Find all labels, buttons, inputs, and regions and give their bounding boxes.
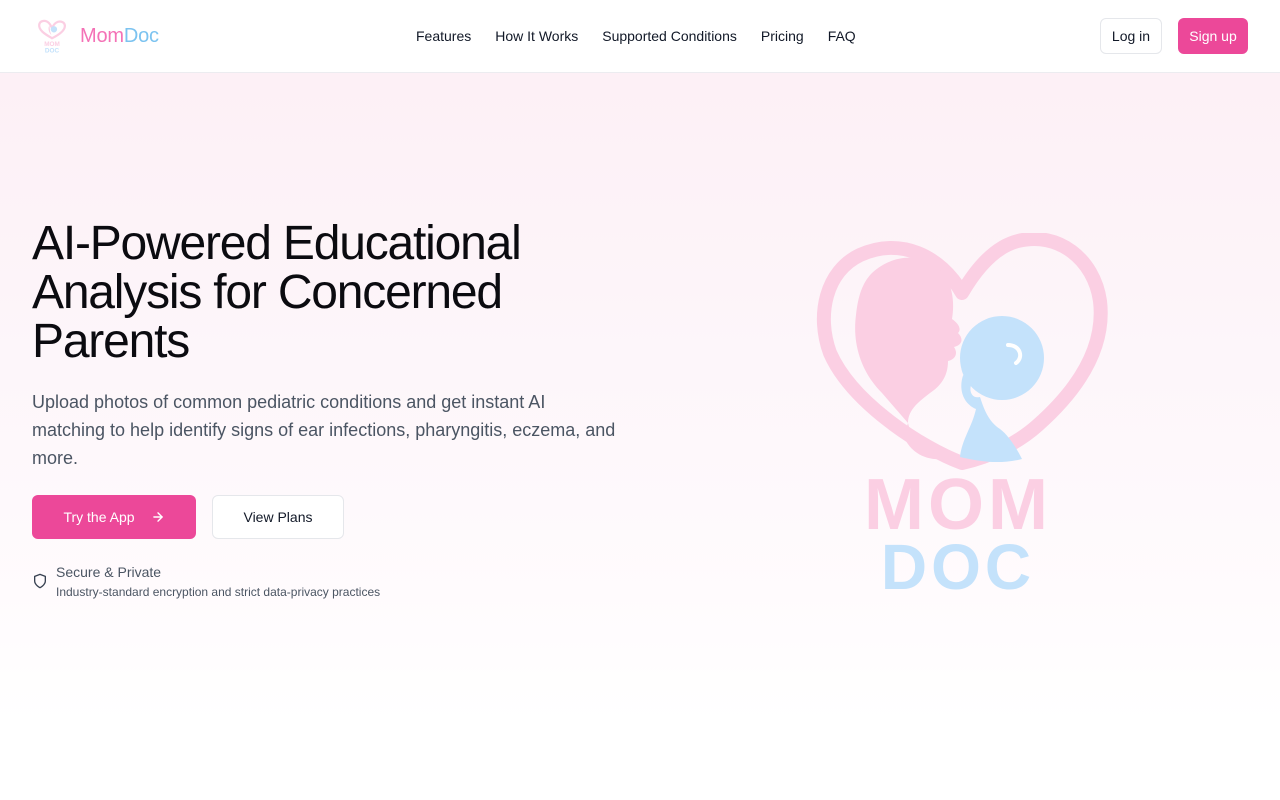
hero-section: AI-Powered Educational Analysis for Conc…: [0, 73, 1280, 723]
security-note: Secure & Private Industry-standard encry…: [32, 563, 380, 601]
arrow-right-icon: [152, 512, 163, 522]
security-note-description: Industry-standard encryption and strict …: [56, 585, 381, 599]
momdoc-logo-icon: MOM DOC: [38, 19, 66, 54]
svg-text:MOM: MOM: [44, 41, 60, 48]
site-header: MOM DOC MomDoc Features How It Works Sup…: [0, 0, 1280, 73]
main-nav: Features How It Works Supported Conditio…: [404, 24, 868, 48]
momdoc-hero-logo: MOM DOC: [817, 233, 1108, 593]
brand-name-doc: Doc: [123, 24, 159, 47]
nav-faq[interactable]: FAQ: [816, 24, 868, 48]
security-note-title: Secure & Private: [56, 564, 162, 580]
try-the-app-button[interactable]: Try the App: [32, 495, 196, 539]
nav-features[interactable]: Features: [404, 24, 483, 48]
nav-supported-conditions[interactable]: Supported Conditions: [590, 24, 749, 48]
svg-text:DOC: DOC: [45, 47, 60, 54]
brand-name-mom: Mom: [80, 24, 124, 47]
login-button[interactable]: Log in: [1100, 18, 1162, 54]
try-the-app-label: Try the App: [63, 509, 135, 525]
brand-name: MomDoc: [80, 25, 159, 48]
view-plans-button[interactable]: View Plans: [212, 495, 344, 539]
brand-home-link[interactable]: MOM DOC MomDoc: [36, 18, 159, 54]
hero-subtitle: Upload photos of common pediatric condit…: [32, 392, 616, 468]
svg-text:DOC: DOC: [881, 531, 1035, 593]
security-note-text: Secure & Private Industry-standard encry…: [56, 563, 380, 601]
shield-icon: [34, 573, 46, 589]
nav-pricing[interactable]: Pricing: [749, 24, 816, 48]
signup-button[interactable]: Sign up: [1178, 18, 1248, 54]
hero-title: AI-Powered Educational Analysis for Conc…: [32, 217, 522, 368]
nav-how-it-works[interactable]: How It Works: [483, 24, 590, 48]
